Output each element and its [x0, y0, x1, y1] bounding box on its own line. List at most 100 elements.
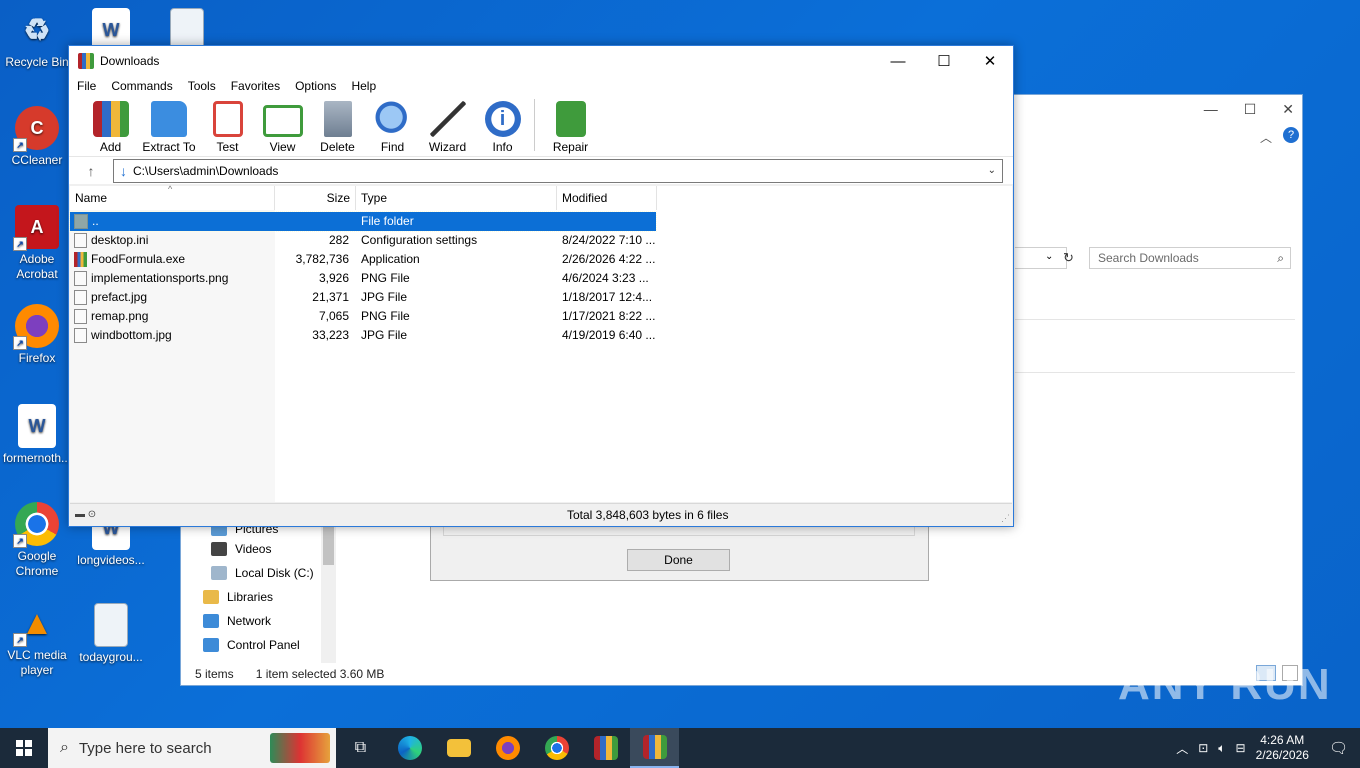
desktop-icon-recycle-bin[interactable]: ♻ Recycle Bin — [0, 8, 74, 70]
up-arrow-icon[interactable]: ↑ — [69, 163, 113, 179]
help-icon[interactable]: ? — [1283, 127, 1299, 143]
status-item-count: 5 items — [195, 667, 234, 681]
view-button[interactable]: View — [255, 105, 310, 154]
tool-label: Wizard — [428, 140, 467, 154]
cell-name: desktop.ini — [70, 231, 275, 250]
desktop-icon-label: Adobe Acrobat — [16, 252, 58, 281]
maximize-button[interactable]: ☐ — [921, 46, 967, 76]
column-header-size[interactable]: Size — [275, 186, 356, 210]
wizard-button[interactable]: Wizard — [420, 101, 475, 154]
nav-item-local-disk[interactable]: Local Disk (C:) — [211, 561, 314, 585]
taskbar-edge[interactable] — [385, 728, 434, 768]
column-header-modified[interactable]: Modified — [557, 186, 657, 210]
menu-help[interactable]: Help — [351, 79, 376, 93]
table-row[interactable]: prefact.jpg 21,371 JPG File 1/18/2017 12… — [70, 288, 656, 307]
resize-grip-icon[interactable]: ⋰ — [1001, 513, 1010, 524]
trash-icon — [323, 101, 352, 137]
path-bar: ↑ ↓ C:\Users\admin\Downloads ⌄ — [69, 156, 1013, 184]
chevron-down-icon[interactable]: ⌄ — [988, 165, 996, 176]
desktop-icon-ccleaner[interactable]: C CCleaner — [0, 106, 74, 168]
table-row[interactable]: remap.png 7,065 PNG File 1/17/2021 8:22 … — [70, 307, 656, 326]
desktop-icon-firefox[interactable]: Firefox — [0, 304, 74, 366]
column-header-name[interactable]: Name ^ — [70, 184, 275, 210]
tray-chevron-up-icon[interactable]: ︿ — [1176, 740, 1188, 757]
chevron-down-icon: ⌄ — [1045, 251, 1054, 262]
column-header-type[interactable]: Type — [356, 186, 557, 210]
notifications-icon[interactable]: 🗨︎ — [1329, 739, 1348, 757]
minimize-button[interactable]: — — [875, 46, 921, 76]
find-button[interactable]: Find — [365, 101, 420, 154]
desktop-icon-word-doc[interactable]: W formernoth... — [0, 404, 74, 466]
info-button[interactable]: i Info — [475, 101, 530, 154]
file-list: Name ^ Size Type Modified .. File folder… — [69, 184, 1012, 502]
start-button[interactable] — [0, 728, 48, 768]
image-file-icon — [74, 328, 87, 343]
maximize-icon[interactable]: ☐ — [1244, 101, 1257, 118]
nav-item-videos[interactable]: Videos — [211, 537, 314, 561]
taskbar-file-explorer[interactable] — [434, 728, 483, 768]
file-name: prefact.jpg — [91, 290, 148, 304]
minimize-icon[interactable]: — — [1204, 101, 1218, 118]
address-dropdown[interactable]: ⌄ — [1015, 247, 1067, 269]
title-bar[interactable]: Downloads — ☐ ✕ — [69, 46, 1013, 76]
table-row[interactable]: .. File folder — [69, 211, 657, 232]
winrar-icon — [593, 736, 618, 760]
desktop-icon-todaygrou[interactable]: todaygrou... — [74, 603, 148, 665]
meet-now-icon[interactable]: ⊡ — [1198, 741, 1208, 755]
repair-button[interactable]: Repair — [543, 101, 598, 154]
extract-to-button[interactable]: Extract To — [138, 101, 200, 154]
chevron-up-icon[interactable]: ︿ — [1260, 129, 1272, 146]
image-file-icon — [74, 271, 87, 286]
clock-date: 2/26/2026 — [1255, 748, 1309, 762]
table-row[interactable]: desktop.ini 282 Configuration settings 8… — [70, 231, 656, 250]
divider — [1015, 372, 1295, 373]
header-label: Modified — [562, 191, 608, 205]
volume-icon[interactable]: 🔈︎ — [1218, 741, 1225, 756]
desktop-icon-acrobat[interactable]: A Adobe Acrobat — [0, 205, 74, 282]
cell-size: 7,065 — [318, 309, 349, 323]
cell-modified: 2/26/2026 4:22 ... — [562, 252, 656, 266]
anyrun-watermark: ANY RUN — [1118, 660, 1332, 709]
taskbar-chrome[interactable] — [532, 728, 581, 768]
taskbar-search-input[interactable]: ⌕ Type here to search — [48, 728, 336, 768]
delete-button[interactable]: Delete — [310, 101, 365, 154]
path-combobox[interactable]: ↓ C:\Users\admin\Downloads ⌄ — [113, 158, 1003, 183]
search-input[interactable]: Search Downloads ⌕ — [1089, 247, 1291, 269]
taskbar-winrar[interactable] — [581, 728, 630, 768]
refresh-icon[interactable]: ↻ — [1063, 250, 1074, 266]
menu-commands[interactable]: Commands — [111, 79, 172, 93]
column-headers: Name ^ Size Type Modified — [70, 184, 657, 210]
table-row[interactable]: implementationsports.png 3,926 PNG File … — [70, 269, 656, 288]
close-button[interactable]: ✕ — [967, 46, 1013, 76]
desktop-icon-chrome[interactable]: Google Chrome — [0, 502, 74, 579]
cell-type: PNG File — [361, 271, 410, 285]
nav-scrollbar[interactable] — [321, 523, 336, 663]
taskbar-winrar-active[interactable] — [630, 728, 679, 768]
menu-tools[interactable]: Tools — [188, 79, 216, 93]
add-button[interactable]: Add — [83, 101, 138, 154]
search-icon: ⌕ — [60, 739, 69, 756]
clock[interactable]: 4:26 AM 2/26/2026 — [1256, 733, 1309, 763]
network-tray-icon[interactable]: ⊟ — [1236, 741, 1246, 755]
menu-options[interactable]: Options — [295, 79, 336, 93]
cell-type: JPG File — [361, 290, 408, 304]
explorer-window-controls: — ☐ ✕ — [1204, 101, 1294, 118]
done-button[interactable]: Done — [627, 549, 730, 571]
nav-item-network[interactable]: Network — [203, 609, 314, 633]
nav-item-control-panel[interactable]: Control Panel — [203, 633, 314, 657]
menu-favorites[interactable]: Favorites — [231, 79, 280, 93]
taskbar-firefox[interactable] — [483, 728, 532, 768]
nav-item-libraries[interactable]: Libraries — [203, 585, 314, 609]
cell-type: JPG File — [361, 328, 408, 342]
desktop-icon-vlc[interactable]: ▲ VLC media player — [0, 601, 74, 678]
scrollbar-thumb[interactable] — [323, 525, 334, 565]
table-row[interactable]: windbottom.jpg 33,223 JPG File 4/19/2019… — [70, 326, 656, 345]
table-row[interactable]: FoodFormula.exe 3,782,736 Application 2/… — [70, 250, 656, 269]
test-button[interactable]: Test — [200, 101, 255, 154]
menu-file[interactable]: File — [77, 79, 96, 93]
cell-name: FoodFormula.exe — [70, 250, 275, 269]
taskbar-task-view[interactable]: ⧉ — [336, 728, 385, 768]
close-icon[interactable]: ✕ — [1282, 101, 1294, 118]
file-name: implementationsports.png — [91, 271, 229, 285]
desktop-icon-label: VLC media player — [7, 648, 67, 677]
